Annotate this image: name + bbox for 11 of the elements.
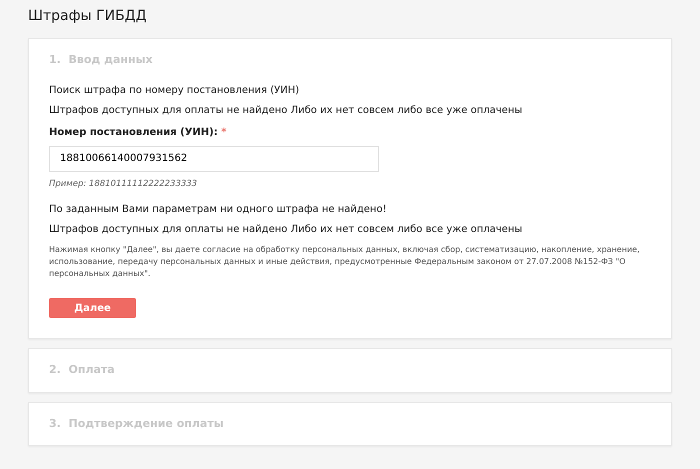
result-message: По заданным Вами параметрам ни одного штрафа не найдено! bbox=[49, 204, 388, 216]
consent-text: Нажимая кнопку "Далее", вы даете согласие на обработку персональных данных, включая сбор, систематизацию, накопление, хранение, использование, передачу персональных данных и иные действия, предусмотренные Федеральным законом от 27.07.2008 №152-ФЗ "О персональных данных". bbox=[49, 244, 641, 280]
info-text: Штрафов доступных для оплаты не найдено Либо их нет совсем либо все уже оплачены bbox=[49, 104, 524, 116]
info-text: Поиск штрафа по номеру постановления (УИН) bbox=[49, 84, 300, 96]
result-message: Штрафов доступных для оплаты не найдено Либо их нет совсем либо все уже оплачены bbox=[49, 224, 524, 236]
uin-input-field[interactable]: 18810066140007931562 bbox=[49, 146, 379, 172]
required-mark: * bbox=[221, 126, 226, 138]
next-button[interactable]: Далее bbox=[49, 298, 136, 318]
example-hint: Пример: 18810111112222233333 bbox=[49, 178, 198, 190]
field-label: Номер постановления (УИН): bbox=[49, 126, 219, 138]
page-title: Штрафы ГИБДД bbox=[28, 7, 148, 26]
